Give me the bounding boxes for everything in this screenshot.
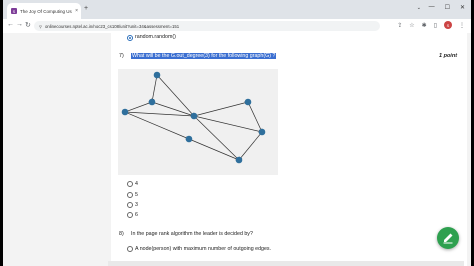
graph-image xyxy=(118,69,278,175)
letterbox-left xyxy=(0,0,3,266)
maximize-icon[interactable]: ☐ xyxy=(445,4,450,11)
question-text: In the page rank algorithm the leader is… xyxy=(131,231,253,237)
graph-node xyxy=(153,71,161,79)
edge xyxy=(238,131,263,161)
edge xyxy=(193,115,263,133)
radio-option-1[interactable] xyxy=(127,181,133,187)
bookmark-star-icon[interactable]: ☆ xyxy=(409,22,414,29)
graph-node xyxy=(258,128,266,136)
menu-kebab-icon[interactable]: ⋮ xyxy=(459,22,465,29)
edge xyxy=(188,138,240,161)
edge xyxy=(193,115,240,161)
radio-option-1[interactable] xyxy=(127,246,133,252)
profile-avatar[interactable]: S xyxy=(444,21,452,29)
minimize-icon[interactable]: — xyxy=(429,4,435,11)
edge xyxy=(247,101,263,133)
option-label: 6 xyxy=(135,212,138,218)
page-background: random.random() 7) What will be the G.ou… xyxy=(3,33,471,266)
scroll-edge xyxy=(108,261,464,266)
question-points: 1 point xyxy=(439,53,458,59)
radio-random-random[interactable] xyxy=(127,35,133,41)
close-tab-icon[interactable]: × xyxy=(75,8,78,14)
graph-node xyxy=(235,156,243,164)
close-window-icon[interactable]: ✕ xyxy=(460,4,465,11)
question-text: What will be the G.out_degree(3) for the… xyxy=(131,53,277,59)
graph-node xyxy=(185,135,193,143)
directed-graph xyxy=(121,71,266,164)
edge xyxy=(124,111,190,140)
tab-bar: S The Joy Of Computing Using P... × + ⌄ … xyxy=(3,0,471,19)
question-number: 8) xyxy=(119,231,124,237)
toolbar-icons: ⇪ ☆ ✱ ▯ S ⋮ xyxy=(397,21,465,29)
option-label: random.random() xyxy=(135,34,176,40)
share-icon[interactable]: ⇪ xyxy=(397,22,402,29)
browser-tab[interactable]: S The Joy Of Computing Using P... × xyxy=(7,3,81,19)
edge xyxy=(124,101,153,113)
radio-option-3[interactable] xyxy=(127,202,133,208)
site-info-icon[interactable]: ⚲ xyxy=(39,24,42,29)
url-text: onlinecourses.nptel.ac.in/noc23_cs108/un… xyxy=(44,23,180,29)
option-label: 3 xyxy=(135,202,138,208)
site-favicon-icon: S xyxy=(11,8,17,14)
assessment-card: random.random() 7) What will be the G.ou… xyxy=(111,33,467,266)
floating-action-button[interactable] xyxy=(437,227,459,249)
graph-node xyxy=(148,98,156,106)
edge xyxy=(193,101,249,117)
browser-window: S The Joy Of Computing Using P... × + ⌄ … xyxy=(0,0,474,266)
extensions-icon[interactable]: ✱ xyxy=(422,22,427,29)
tab-search-icon[interactable]: ⌄ xyxy=(417,5,421,11)
reload-icon[interactable]: ↻ xyxy=(25,21,31,29)
question-number: 7) xyxy=(119,53,124,59)
address-bar[interactable]: ⚲ onlinecourses.nptel.ac.in/noc23_cs108/… xyxy=(34,21,380,31)
graph-node xyxy=(121,108,129,116)
new-tab-button[interactable]: + xyxy=(84,5,88,12)
forward-icon[interactable]: → xyxy=(16,21,23,28)
graph-node xyxy=(190,112,198,120)
option-label: A node(person) with maximum number of ou… xyxy=(135,246,272,252)
back-icon[interactable]: ← xyxy=(7,21,14,28)
sidebar-icon[interactable]: ▯ xyxy=(434,22,437,29)
graph-node xyxy=(244,98,252,106)
option-label: 5 xyxy=(135,192,138,198)
radio-option-4[interactable] xyxy=(127,212,133,218)
tab-title: The Joy Of Computing Using P... xyxy=(20,8,72,14)
browser-toolbar: ← → ↻ ⚲ onlinecourses.nptel.ac.in/noc23_… xyxy=(3,19,471,34)
option-label: 4 xyxy=(135,181,138,187)
edge xyxy=(150,74,158,103)
radio-option-2[interactable] xyxy=(127,192,133,198)
pencil-icon xyxy=(443,233,453,244)
window-controls: — ☐ ✕ xyxy=(429,4,465,11)
